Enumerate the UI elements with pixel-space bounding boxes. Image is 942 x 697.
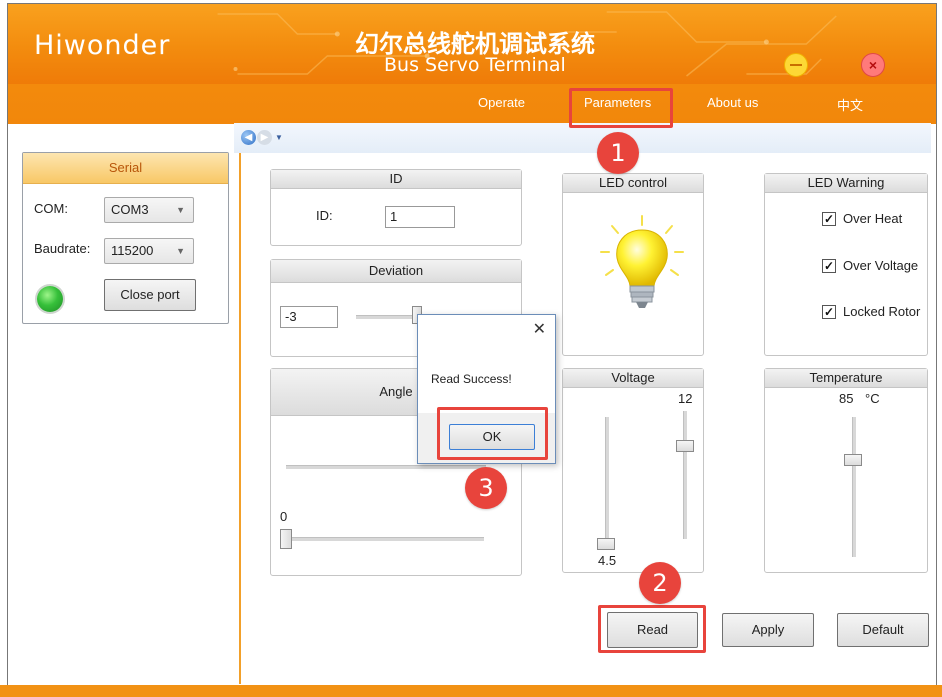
back-arrow-icon[interactable]: ◀ <box>241 130 256 145</box>
angle-slider-thumb[interactable] <box>280 529 292 549</box>
serial-panel: Serial COM: COM3 ▼ Baudrate: 115200 ▼ Cl… <box>22 152 229 324</box>
id-group-title: ID <box>271 170 521 189</box>
title-bar: Hiwonder 幻尔总线舵机调试系统 Bus Servo Terminal × <box>8 4 936 84</box>
status-bar <box>0 685 942 697</box>
led-warning-title: LED Warning <box>765 174 927 193</box>
temperature-value: 85 <box>839 391 854 406</box>
menu-item-operate[interactable]: Operate <box>478 95 525 110</box>
highlight-parameters <box>569 88 673 128</box>
voltage-low-slider-track <box>605 417 609 539</box>
left-panel: Serial COM: COM3 ▼ Baudrate: 115200 ▼ Cl… <box>8 124 241 684</box>
dialog-message: Read Success! <box>431 372 512 386</box>
close-port-button[interactable]: Close port <box>104 279 196 311</box>
led-warning-group: LED Warning ✓ Over Heat ✓ Over Voltage ✓… <box>764 173 928 356</box>
over-voltage-checkbox[interactable]: ✓ <box>822 259 836 273</box>
baudrate-label: Baudrate: <box>34 241 91 256</box>
voltage-group-title: Voltage <box>563 369 703 388</box>
id-label: ID: <box>316 208 333 223</box>
angle-slider-track <box>284 537 484 541</box>
temperature-slider-track <box>852 417 856 557</box>
angle-upper-slider-track <box>286 465 486 469</box>
apply-button[interactable]: Apply <box>722 613 814 647</box>
dialog-close-icon[interactable]: ✕ <box>533 319 546 339</box>
nav-dropdown-icon[interactable]: ▼ <box>275 133 283 142</box>
temperature-unit: °C <box>865 391 880 406</box>
com-select-value: COM3 <box>111 202 149 217</box>
chevron-down-icon: ▼ <box>176 246 185 256</box>
deviation-group-title: Deviation <box>271 260 521 283</box>
over-heat-checkbox[interactable]: ✓ <box>822 212 836 226</box>
baudrate-select[interactable]: 115200 ▼ <box>104 238 194 264</box>
com-label: COM: <box>34 201 68 216</box>
menu-item-chinese[interactable]: 中文 <box>837 95 863 114</box>
step-badge-1: 1 <box>597 132 639 174</box>
close-window-button[interactable]: × <box>861 53 885 77</box>
locked-rotor-label: Locked Rotor <box>843 304 921 319</box>
menu-item-about-us[interactable]: About us <box>707 95 758 110</box>
led-control-group: LED control <box>562 173 704 356</box>
locked-rotor-checkbox[interactable]: ✓ <box>822 305 836 319</box>
voltage-high-value: 12 <box>678 391 693 406</box>
default-button[interactable]: Default <box>837 613 929 647</box>
over-voltage-label: Over Voltage <box>843 258 919 273</box>
app-window: Hiwonder 幻尔总线舵机调试系统 Bus Servo Terminal ×… <box>7 3 937 697</box>
voltage-high-slider-track <box>683 411 687 539</box>
led-control-title: LED control <box>563 174 703 193</box>
voltage-low-value: 4.5 <box>598 553 617 568</box>
app-title-en: Bus Servo Terminal <box>384 54 566 76</box>
app-logo: Hiwonder <box>34 30 171 61</box>
voltage-high-slider-thumb[interactable] <box>676 440 694 452</box>
com-select[interactable]: COM3 ▼ <box>104 197 194 223</box>
forward-arrow-icon[interactable]: ▶ <box>257 130 272 145</box>
temperature-group-title: Temperature <box>765 369 927 388</box>
serial-panel-title: Serial <box>23 153 228 184</box>
baudrate-select-value: 115200 <box>111 243 154 258</box>
minimize-button[interactable] <box>784 53 808 77</box>
over-heat-label: Over Heat <box>843 211 903 226</box>
id-input[interactable]: 1 <box>385 206 455 228</box>
temperature-group: Temperature 85 °C <box>764 368 928 573</box>
id-group: ID ID: 1 <box>270 169 522 246</box>
lightbulb-icon[interactable] <box>599 214 685 310</box>
step-badge-3: 3 <box>465 467 507 509</box>
temperature-slider-thumb[interactable] <box>844 454 862 466</box>
menu-bar: Operate Parameters About us 中文 <box>8 84 936 124</box>
highlight-ok <box>437 407 548 460</box>
angle-value-label: 0 <box>280 509 288 524</box>
deviation-input[interactable]: -3 <box>280 306 338 328</box>
voltage-low-slider-thumb[interactable] <box>597 538 615 550</box>
highlight-read <box>598 605 706 653</box>
chevron-down-icon: ▼ <box>176 205 185 215</box>
step-badge-2: 2 <box>639 562 681 604</box>
voltage-group: Voltage 12 4.5 <box>562 368 704 573</box>
connection-status-led <box>37 286 63 312</box>
